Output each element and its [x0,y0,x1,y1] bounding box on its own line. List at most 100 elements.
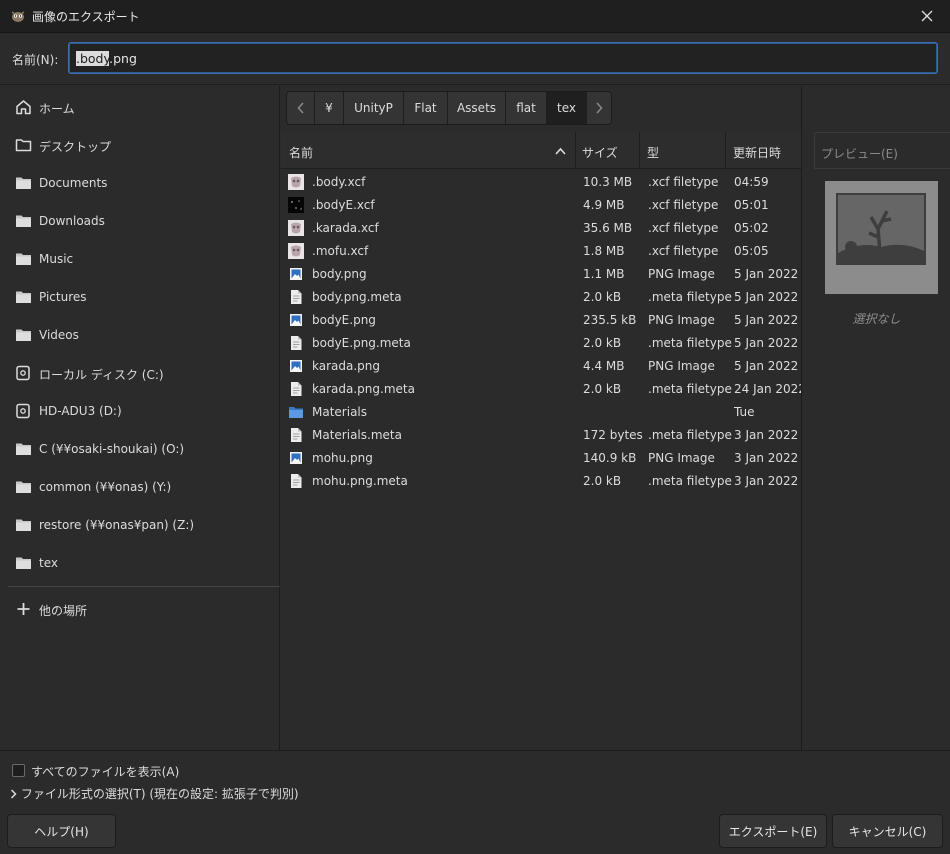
sidebar-item-label: 他の場所 [39,604,88,618]
file-row[interactable]: body.png 1.1 MB PNG Image 5 Jan 2022 [281,263,801,286]
file-row[interactable]: bodyE.png 235.5 kB PNG Image 5 Jan 2022 [281,309,801,332]
places-sidebar: ホーム デスクトップ Documents Downloads Music Pic… [0,86,280,750]
file-modified-cell: 3 Jan 2022 [734,474,799,488]
sidebar-item-other-locations[interactable]: 他の場所 [0,590,280,628]
file-name-cell: body.png.meta [312,290,402,304]
file-row[interactable]: Materials.meta 172 bytes .meta filetype 3 J… [281,424,801,447]
file-row[interactable]: Materials Tue [281,401,801,424]
column-name-header[interactable]: 名前 [289,132,313,169]
sidebar-item-music[interactable]: Music [0,240,280,278]
filetype-expander[interactable]: ファイル形式の選択(T) (現在の設定: 拡張子で判別) [10,785,299,802]
sidebar-item-hd-adu3[interactable]: HD-ADU3 (D:) [0,392,280,430]
file-row[interactable]: karada.png 4.4 MB PNG Image 5 Jan 2022 [281,355,801,378]
file-row[interactable]: mohu.png 140.9 kB PNG Image 3 Jan 2022 [281,447,801,470]
sidebar-item-label: Downloads [39,214,105,228]
file-type-cell: PNG Image [648,451,715,465]
file-type-cell: PNG Image [648,313,715,327]
file-size-cell: 35.6 MB [583,221,633,235]
file-row[interactable]: .mofu.xcf 1.8 MB .xcf filetype 05:05 [281,240,801,263]
file-modified-cell: 5 Jan 2022 [734,359,799,373]
file-name-cell: mohu.png.meta [312,474,408,488]
path-forward-button[interactable] [587,92,611,124]
sidebar-item-videos[interactable]: Videos [0,316,280,354]
file-size-cell: 10.3 MB [583,175,633,189]
export-button[interactable]: エクスポート(E) [719,814,827,848]
file-modified-cell: 5 Jan 2022 [734,313,799,327]
image-file-icon [288,358,304,374]
file-modified-cell: 3 Jan 2022 [734,428,799,442]
folder-icon [16,443,31,455]
preview-header: プレビュー(E) [814,132,950,169]
file-row[interactable]: .body.xcf 10.3 MB .xcf filetype 04:59 [281,171,801,194]
sidebar-item-pictures[interactable]: Pictures [0,278,280,316]
sidebar-item-network-z[interactable]: restore (¥¥onas¥pan) (Z:) [0,506,280,544]
sidebar-item-local-disk-c[interactable]: ローカル ディスク (C:) [0,354,280,392]
file-size-cell: 2.0 kB [583,474,622,488]
path-segment-root[interactable]: ¥ [315,92,344,124]
folder-icon [16,291,31,303]
column-type-header[interactable]: 型 [647,132,659,169]
file-list: 名前 サイズ 型 更新日時 .body.xcf 10.3 MB .xcf filet… [281,132,806,750]
sidebar-item-label: デスクトップ [39,140,112,154]
filename-input[interactable]: .body.png [68,42,938,74]
path-segment-flat-lower[interactable]: flat [506,92,547,124]
folder-icon [16,329,31,341]
sidebar-item-downloads[interactable]: Downloads [0,202,280,240]
text-file-icon [288,427,304,443]
sidebar-item-documents[interactable]: Documents [0,164,280,202]
path-segment-assets[interactable]: Assets [448,92,506,124]
folder-icon [16,519,31,531]
sidebar-item-network-o[interactable]: C (¥¥osaki-shoukai) (O:) [0,430,280,468]
file-size-cell: 140.9 kB [583,451,637,465]
chevron-right-icon [10,789,17,799]
show-all-files-checkbox[interactable] [12,764,25,777]
folder-icon [16,481,31,493]
plus-icon [17,603,30,615]
path-segment-flat[interactable]: Flat [404,92,448,124]
text-file-icon [288,335,304,351]
file-modified-cell: 05:01 [734,198,769,212]
column-size-header[interactable]: サイズ [582,132,618,169]
path-segment-tex[interactable]: tex [547,92,587,124]
file-type-cell: .xcf filetype [648,198,719,212]
sidebar-item-desktop[interactable]: デスクトップ [0,126,280,164]
sidebar-item-label: Pictures [39,290,87,304]
file-name-cell: .mofu.xcf [312,244,369,258]
image-file-icon [288,450,304,466]
sidebar-item-home[interactable]: ホーム [0,88,280,126]
column-divider [575,132,576,169]
file-row[interactable]: .bodyE.xcf 4.9 MB .xcf filetype 05:01 [281,194,801,217]
close-button[interactable] [904,0,950,32]
preview-none-text: 選択なし [852,312,901,326]
help-button[interactable]: ヘルプ(H) [7,814,116,848]
file-row[interactable]: karada.png.meta 2.0 kB .meta filetype 24 Ja… [281,378,806,401]
file-name-cell: mohu.png [312,451,373,465]
file-row[interactable]: mohu.png.meta 2.0 kB .meta filetype 3 Jan 2… [281,470,801,493]
folder-icon [16,557,31,569]
xcf-thumb-icon [288,174,304,190]
sidebar-item-label: HD-ADU3 (D:) [39,404,122,418]
file-name-cell: bodyE.png [312,313,376,327]
file-row[interactable]: .karada.xcf 35.6 MB .xcf filetype 05:02 [281,217,801,240]
home-icon [16,100,31,115]
file-type-cell: .xcf filetype [648,175,719,189]
column-modified-header[interactable]: 更新日時 [733,132,781,169]
close-icon [921,10,933,22]
column-divider [639,132,640,169]
cancel-button[interactable]: キャンセル(C) [832,814,943,848]
sort-ascending-icon[interactable] [555,147,566,155]
file-row[interactable]: bodyE.png.meta 2.0 kB .meta filetype 5 Jan … [281,332,801,355]
drive-icon [16,365,30,381]
path-segment-unityp[interactable]: UnityP [344,92,404,124]
file-row[interactable]: body.png.meta 2.0 kB .meta filetype 5 Jan 2… [281,286,801,309]
file-modified-cell: 5 Jan 2022 [734,267,799,281]
file-type-cell: .xcf filetype [648,221,719,235]
path-back-button[interactable] [287,92,315,124]
file-name-cell: .bodyE.xcf [312,198,375,212]
file-size-cell: 4.9 MB [583,198,625,212]
sidebar-item-tex[interactable]: tex [0,544,280,582]
sidebar-item-network-y[interactable]: common (¥¥onas) (Y:) [0,468,280,506]
sidebar-item-label: Music [39,252,74,266]
show-all-files-label[interactable]: すべてのファイルを表示(A) [31,763,179,780]
sidebar-item-label: tex [39,556,58,570]
